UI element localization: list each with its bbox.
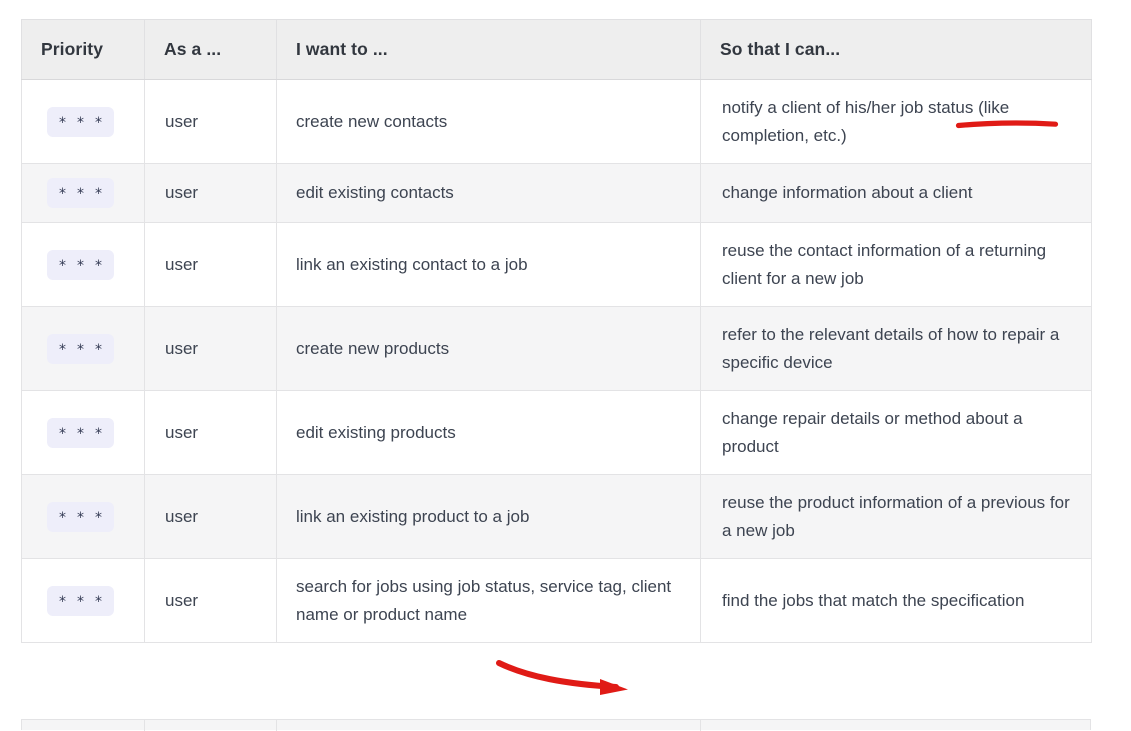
cell-sothat: refer to the relevant details of how to … (700, 306, 1092, 392)
priority-badge: * * * (47, 585, 114, 616)
asterisk-icon: * (77, 186, 84, 203)
table-row[interactable]: * * * user edit existing contacts change info… (21, 163, 1092, 224)
column-divider (276, 720, 277, 731)
arrow-search-job-status-annotation (496, 660, 619, 690)
asterisk-icon: * (95, 509, 102, 526)
table-row[interactable]: * * * user link an existing contact to a job… (21, 222, 1092, 308)
cell-sothat: find the jobs that match the specificati… (700, 558, 1092, 644)
cell-sothat: notify a client of his/her job status (l… (700, 78, 1092, 165)
column-divider (144, 720, 145, 731)
asterisk-icon: * (59, 186, 66, 203)
cell-role: user (144, 222, 277, 308)
table-row[interactable]: * * * user create new contacts notify a clien… (21, 78, 1092, 165)
table-header: Priority As a ... I want to ... So that … (21, 19, 1092, 80)
asterisk-icon: * (59, 425, 66, 442)
priority-badge: * * * (47, 249, 114, 280)
table-body: * * * user create new contacts notify a clien… (21, 78, 1092, 644)
cell-role: user (144, 78, 277, 165)
cell-sothat: change information about a client (700, 163, 1092, 224)
asterisk-icon: * (59, 341, 66, 358)
table-row[interactable]: * * * user create new products refer to the r… (21, 306, 1092, 392)
priority-badge: * * * (47, 501, 114, 532)
asterisk-icon: * (59, 114, 66, 131)
cell-want: edit existing contacts (276, 163, 701, 224)
cell-priority: * * * (21, 222, 145, 308)
asterisk-icon: * (95, 425, 102, 442)
asterisk-icon: * (77, 509, 84, 526)
cell-role: user (144, 163, 277, 224)
cell-want: link an existing product to a job (276, 474, 701, 560)
user-stories-table: Priority As a ... I want to ... So that … (21, 19, 1092, 644)
asterisk-icon: * (77, 257, 84, 274)
cell-role: user (144, 558, 277, 644)
priority-badge: * * * (47, 333, 114, 364)
asterisk-icon: * (77, 114, 84, 131)
cell-priority: * * * (21, 390, 145, 476)
priority-badge: * * * (47, 106, 114, 137)
cell-priority: * * * (21, 474, 145, 560)
column-header-role[interactable]: As a ... (144, 19, 277, 80)
asterisk-icon: * (59, 593, 66, 610)
table-row[interactable]: * * * user search for jobs using job status,… (21, 558, 1092, 644)
cell-sothat: change repair details or method about a … (700, 390, 1092, 476)
asterisk-icon: * (95, 186, 102, 203)
table-row[interactable]: * * * user edit existing products change repa… (21, 390, 1092, 476)
cell-priority: * * * (21, 163, 145, 224)
asterisk-icon: * (95, 593, 102, 610)
cell-want: create new contacts (276, 78, 701, 165)
column-divider (700, 720, 701, 731)
cell-sothat: reuse the contact information of a retur… (700, 222, 1092, 308)
asterisk-icon: * (77, 425, 84, 442)
asterisk-icon: * (59, 257, 66, 274)
cell-role: user (144, 390, 277, 476)
priority-badge: * * * (47, 178, 114, 209)
asterisk-icon: * (95, 257, 102, 274)
cell-want: search for jobs using job status, servic… (276, 558, 701, 644)
cell-priority: * * * (21, 78, 145, 165)
arrow-head-icon (600, 679, 628, 695)
column-header-priority[interactable]: Priority (21, 19, 145, 80)
column-header-sothat[interactable]: So that I can... (700, 19, 1092, 80)
cell-want: link an existing contact to a job (276, 222, 701, 308)
asterisk-icon: * (59, 509, 66, 526)
table-row[interactable]: * * * user link an existing product to a job… (21, 474, 1092, 560)
screenshot-stage: Priority As a ... I want to ... So that … (0, 0, 1131, 731)
cell-priority: * * * (21, 558, 145, 644)
column-header-want[interactable]: I want to ... (276, 19, 701, 80)
cell-sothat: reuse the product information of a previ… (700, 474, 1092, 560)
cell-want: create new products (276, 306, 701, 392)
asterisk-icon: * (95, 341, 102, 358)
cell-want: edit existing products (276, 390, 701, 476)
cell-role: user (144, 306, 277, 392)
asterisk-icon: * (77, 341, 84, 358)
cell-priority: * * * (21, 306, 145, 392)
asterisk-icon: * (77, 593, 84, 610)
cell-role: user (144, 474, 277, 560)
asterisk-icon: * (95, 114, 102, 131)
priority-badge: * * * (47, 417, 114, 448)
table-row-partial (21, 719, 1091, 731)
table-header-row: Priority As a ... I want to ... So that … (21, 19, 1092, 80)
